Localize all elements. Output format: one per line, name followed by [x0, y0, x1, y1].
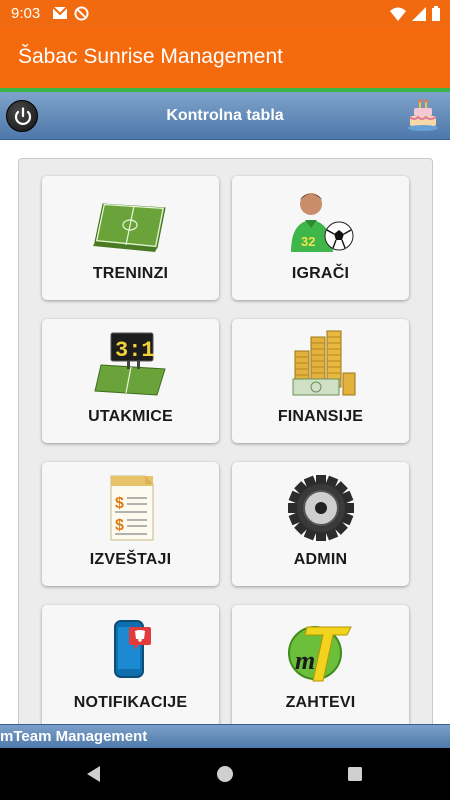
battery-icon [432, 6, 440, 21]
tile-igraci[interactable]: 32 IGRAČI [232, 176, 409, 300]
navigation-bar [0, 748, 450, 800]
tile-finansije[interactable]: FINANSIJE [232, 319, 409, 443]
phone-notification-icon [113, 620, 151, 678]
tile-notifikacije[interactable]: NOTIFIKACIJE [42, 605, 219, 729]
tile-admin[interactable]: ADMIN [232, 462, 409, 586]
birthday-cake-icon[interactable] [406, 98, 440, 132]
dashboard-header: Kontrolna tabla [0, 92, 450, 140]
mteam-logo-icon: m [287, 626, 352, 682]
app-bar: Šabac Sunrise Management [0, 28, 450, 88]
tile-label: FINANSIJE [277, 408, 364, 425]
tile-utakmice[interactable]: 3:1 UTAKMICE [42, 319, 219, 443]
recents-icon[interactable] [345, 764, 365, 784]
home-icon[interactable] [215, 764, 235, 784]
tile-label: IGRAČI [291, 265, 350, 282]
app-title: Šabac Sunrise Management [18, 45, 283, 68]
footer-text: mTeam Management [0, 728, 148, 745]
dashboard-panel: TRENINZI 32 IGRAČI 3:1 UTAKMICE FINANSIJ… [18, 158, 433, 738]
report-document-icon: $ $ [110, 475, 153, 541]
signal-icon [412, 6, 426, 21]
gmail-icon [52, 6, 68, 19]
page-title: Kontrolna tabla [166, 107, 284, 124]
tile-label: ZAHTEVI [285, 694, 356, 711]
tile-zahtevi[interactable]: m ZAHTEVI [232, 605, 409, 729]
svg-text:3:1: 3:1 [115, 338, 155, 363]
scoreboard-icon: 3:1 [93, 332, 166, 396]
tile-treninzi[interactable]: TRENINZI [42, 176, 219, 300]
wifi-icon [390, 7, 406, 21]
status-time: 9:03 [11, 5, 41, 22]
tile-label: UTAKMICE [88, 408, 173, 425]
coins-money-icon [292, 330, 355, 396]
player-icon: 32 [290, 193, 353, 252]
svg-text:32: 32 [301, 234, 315, 249]
tile-label: NOTIFIKACIJE [73, 694, 188, 711]
tile-label: ADMIN [293, 551, 348, 568]
svg-text:$: $ [115, 495, 124, 512]
tile-label: IZVEŠTAJI [89, 551, 172, 568]
no-disturb-icon [74, 6, 89, 21]
svg-text:$: $ [115, 517, 124, 534]
back-icon[interactable] [84, 764, 104, 784]
gear-icon [287, 475, 354, 541]
training-field-icon [92, 203, 166, 252]
tile-label: TRENINZI [92, 265, 169, 282]
tile-izvestaji[interactable]: $ $ IZVEŠTAJI [42, 462, 219, 586]
status-bar: 9:03 [0, 0, 450, 28]
footer-bar: mTeam Management [0, 724, 450, 748]
svg-text:m: m [295, 646, 315, 675]
